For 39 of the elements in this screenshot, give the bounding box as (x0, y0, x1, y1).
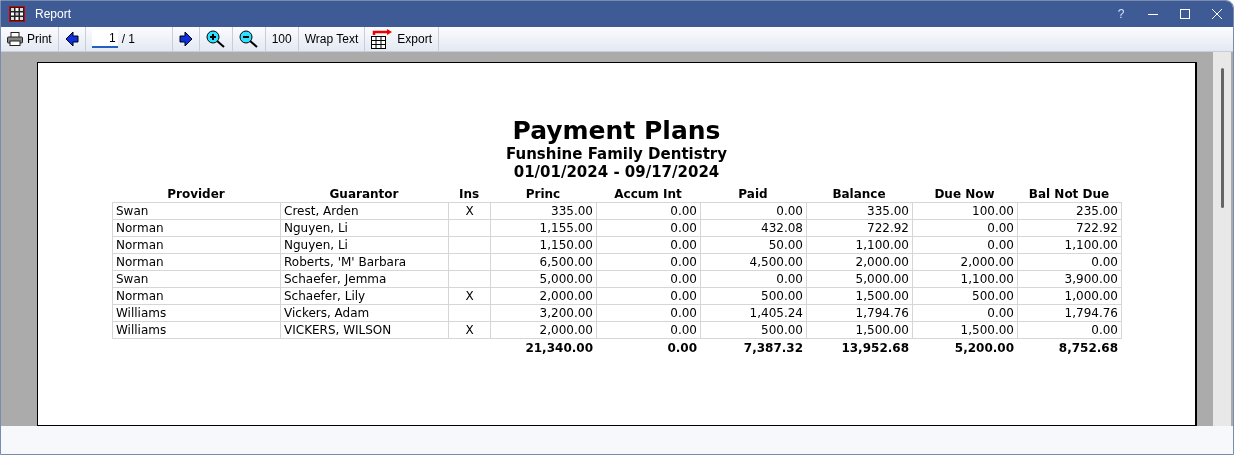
wrap-text-button[interactable]: Wrap Text (298, 27, 366, 51)
maximize-icon (1179, 8, 1191, 20)
column-header: Accum Int (613, 186, 683, 202)
zoom-level-button[interactable]: 100 (265, 27, 299, 51)
export-button[interactable]: Export (365, 27, 439, 51)
table-cell: Swan (112, 202, 281, 220)
total-value: 8,752.68 (1057, 340, 1119, 356)
column-header: Bal Not Due (1027, 186, 1111, 202)
practice-name: Funshine Family Dentistry (506, 145, 727, 163)
total-value: 5,200.00 (953, 340, 1015, 356)
table-cell: 235.00 (1017, 202, 1122, 220)
report-title: Payment Plans (512, 117, 721, 145)
total-value: 7,387.32 (742, 340, 804, 356)
total-value: 21,340.00 (524, 340, 594, 356)
table-cell: 0.00 (1017, 321, 1122, 339)
grid-icon (9, 6, 25, 22)
total-value: 13,952.68 (840, 340, 910, 356)
column-header: Provider (166, 186, 226, 202)
column-header: Princ (524, 186, 562, 202)
date-range: 01/01/2024 - 09/17/2024 (513, 163, 720, 181)
column-header: Guarantor (328, 186, 400, 202)
column-header: Balance (831, 186, 887, 202)
scrollbar-thumb[interactable] (1220, 68, 1224, 208)
column-header: Due Now (933, 186, 996, 202)
table-export-icon (371, 29, 394, 49)
right-arrow-icon (178, 31, 193, 47)
total-value: 0.00 (666, 340, 698, 356)
column-header: Paid (737, 186, 769, 202)
scrollbar[interactable] (1213, 52, 1231, 426)
page-number-field[interactable]: 1 (91, 30, 118, 48)
left-arrow-icon (64, 31, 79, 47)
window-title: Report (35, 7, 72, 21)
print-button[interactable]: Print (1, 27, 59, 51)
page-count: / 1 (121, 32, 137, 46)
close-icon (1211, 8, 1223, 20)
help-button[interactable]: ? (1105, 1, 1137, 27)
column-header: Ins (457, 186, 481, 202)
printer-icon (7, 32, 23, 46)
table-cell: Williams (112, 321, 281, 339)
